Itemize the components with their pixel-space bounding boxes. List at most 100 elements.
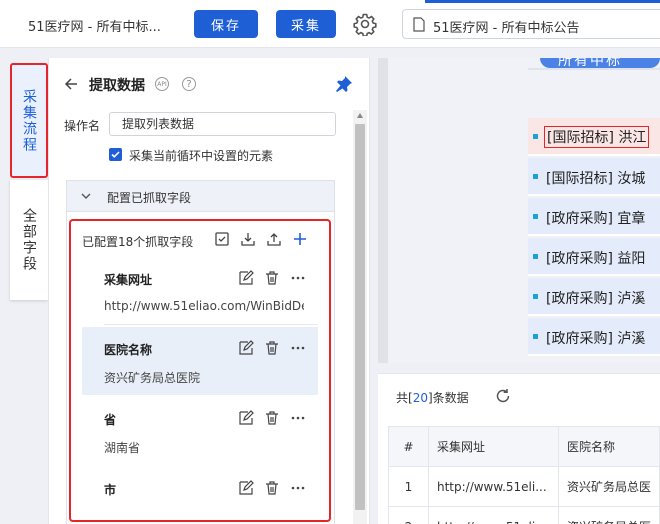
delete-icon[interactable] bbox=[264, 270, 280, 286]
page-icon bbox=[413, 17, 425, 32]
table-cell: 2 bbox=[388, 506, 429, 524]
bullet-icon bbox=[533, 334, 538, 339]
bullet-icon bbox=[533, 254, 538, 259]
field-value: 资兴矿务局总医院 bbox=[104, 371, 201, 385]
table-cell: 1 bbox=[388, 466, 429, 507]
field-item[interactable]: 医院名称 资兴矿务局总医院 bbox=[82, 327, 318, 395]
list-item[interactable]: [政府采购] 宜章 bbox=[528, 198, 660, 236]
url-bar[interactable]: 51医疗网 - 所有中标公告 bbox=[402, 9, 660, 39]
table-cell: 资兴矿务局总医 bbox=[557, 466, 660, 507]
list-item[interactable]: [国际招标] 汝城 bbox=[528, 158, 660, 196]
data-table: # 采集网址 医院名称 1 http://www.51eli... 资兴矿务局总… bbox=[388, 426, 660, 524]
tab-collect-flow[interactable]: 采集流程 bbox=[10, 63, 48, 178]
field-value: 湖南省 bbox=[104, 441, 141, 455]
field-value: http://www.51eliao.com/WinBidDet... bbox=[104, 299, 304, 313]
delete-icon[interactable] bbox=[264, 340, 280, 356]
list-item[interactable]: [政府采购] 益阳 bbox=[528, 238, 660, 276]
bullet-icon bbox=[533, 174, 538, 179]
table-cell: http://www.51eli... bbox=[427, 466, 559, 507]
table-header-row: # 采集网址 医院名称 bbox=[388, 426, 660, 467]
list-item[interactable]: [国际招标] 洪江 bbox=[528, 118, 660, 156]
column-header[interactable]: 采集网址 bbox=[427, 426, 559, 467]
collect-loop-elements-label: 采集当前循环中设置的元素 bbox=[129, 149, 274, 163]
data-count: 共[20]条数据 bbox=[396, 389, 469, 406]
pin-icon[interactable] bbox=[335, 75, 353, 93]
collect-loop-elements-checkbox[interactable] bbox=[109, 148, 122, 161]
field-item[interactable]: 市 bbox=[82, 467, 318, 520]
data-count-number: 20 bbox=[412, 391, 428, 405]
panel-scrollbar[interactable] bbox=[353, 110, 367, 524]
data-count-prefix: 共[ bbox=[396, 391, 413, 405]
field-name: 采集网址 bbox=[104, 273, 153, 287]
data-count-suffix: ]条数据 bbox=[427, 391, 469, 405]
field-name: 医院名称 bbox=[104, 343, 153, 357]
panel-title: 提取数据 bbox=[89, 78, 145, 94]
edit-icon[interactable] bbox=[238, 410, 254, 426]
more-icon[interactable] bbox=[290, 270, 306, 286]
list-item-text: [政府采购] 益阳 bbox=[546, 251, 646, 267]
help-icon[interactable]: ? bbox=[182, 77, 196, 91]
field-name: 市 bbox=[104, 483, 117, 497]
url-text: 51医疗网 - 所有中标公告 bbox=[433, 21, 580, 36]
more-icon[interactable] bbox=[290, 410, 306, 426]
field-item[interactable]: 采集网址 http://www.51eliao.com/WinBidDet... bbox=[82, 257, 318, 325]
fields-count: 已配置18个抓取字段 bbox=[82, 235, 194, 249]
bullet-icon bbox=[533, 294, 538, 299]
column-header[interactable]: # bbox=[388, 426, 429, 467]
table-cell: 资兴矿务局总医 bbox=[557, 506, 660, 524]
export-icon[interactable] bbox=[266, 231, 282, 247]
list-item-text: [政府采购] 宜章 bbox=[546, 211, 646, 227]
operation-name-input[interactable]: 提取列表数据 bbox=[109, 112, 336, 136]
add-field-icon[interactable] bbox=[292, 231, 308, 247]
more-icon[interactable] bbox=[290, 480, 306, 496]
table-cell: http://www.51eli... bbox=[427, 506, 559, 524]
configured-fields-section-header[interactable]: 配置已抓取字段 bbox=[66, 180, 335, 212]
scrollbar-thumb[interactable] bbox=[355, 124, 365, 510]
tab-all-fields-label: 全部字段 bbox=[21, 208, 37, 272]
field-item[interactable]: 省 湖南省 bbox=[82, 397, 318, 465]
table-row[interactable]: 1 http://www.51eli... 资兴矿务局总医 bbox=[388, 466, 660, 507]
edit-icon[interactable] bbox=[238, 480, 254, 496]
table-row[interactable]: 2 http://www.51eli... 资兴矿务局总医 bbox=[388, 506, 660, 524]
api-icon[interactable]: API bbox=[155, 77, 169, 91]
preview-divider bbox=[528, 68, 660, 70]
batch-select-icon[interactable] bbox=[214, 231, 230, 247]
list-item-text: [国际招标] 洪江 bbox=[544, 126, 650, 148]
list-item-text: [国际招标] 汝城 bbox=[546, 171, 646, 187]
task-title: 51医疗网 - 所有中标... bbox=[28, 20, 161, 35]
bullet-icon bbox=[533, 214, 538, 219]
extract-data-panel: 提取数据 API ? 操作名 提取列表数据 采集当前循环中设置的元素 配置已抓取… bbox=[48, 58, 370, 524]
tab-collect-flow-label: 采集流程 bbox=[21, 88, 37, 153]
data-preview-area: 共[20]条数据 # 采集网址 医院名称 1 http://www.51eli.… bbox=[378, 373, 660, 524]
preview-tab-label: 所有中标 bbox=[558, 58, 622, 68]
scroll-up-arrow-icon[interactable] bbox=[357, 113, 363, 118]
divider bbox=[104, 324, 318, 325]
list-item[interactable]: [政府采购] 泸溪 bbox=[528, 278, 660, 316]
edit-icon[interactable] bbox=[238, 270, 254, 286]
top-bar: 51医疗网 - 所有中标... 保存 采集 51医疗网 - 所有中标公告 bbox=[0, 0, 660, 48]
chevron-down-icon bbox=[81, 193, 91, 199]
delete-icon[interactable] bbox=[264, 480, 280, 496]
gear-icon[interactable] bbox=[353, 12, 377, 36]
import-icon[interactable] bbox=[240, 231, 256, 247]
back-arrow-icon[interactable] bbox=[64, 77, 78, 91]
tab-all-fields[interactable]: 全部字段 bbox=[10, 180, 48, 300]
delete-icon[interactable] bbox=[264, 410, 280, 426]
operation-name-label: 操作名 bbox=[64, 119, 101, 133]
list-item-text: [政府采购] 泸溪 bbox=[546, 331, 646, 347]
refresh-icon[interactable] bbox=[494, 387, 512, 405]
section-title: 配置已抓取字段 bbox=[107, 191, 192, 205]
bullet-icon bbox=[533, 134, 538, 139]
save-button[interactable]: 保存 bbox=[194, 10, 258, 38]
edit-icon[interactable] bbox=[238, 340, 254, 356]
list-item-text: [政府采购] 泸溪 bbox=[546, 291, 646, 307]
active-tab-indicator bbox=[425, 0, 660, 3]
check-icon bbox=[111, 151, 120, 158]
preview-scrollbar[interactable] bbox=[378, 58, 388, 363]
column-header[interactable]: 医院名称 bbox=[557, 426, 660, 467]
more-icon[interactable] bbox=[290, 340, 306, 356]
list-item[interactable]: [政府采购] 泸溪 bbox=[528, 318, 660, 356]
collect-button[interactable]: 采集 bbox=[276, 10, 336, 38]
preview-tab[interactable]: 所有中标 bbox=[540, 58, 660, 68]
configured-fields-box: 已配置18个抓取字段 采集网址 http://www.51eliao.com/W… bbox=[69, 219, 331, 522]
